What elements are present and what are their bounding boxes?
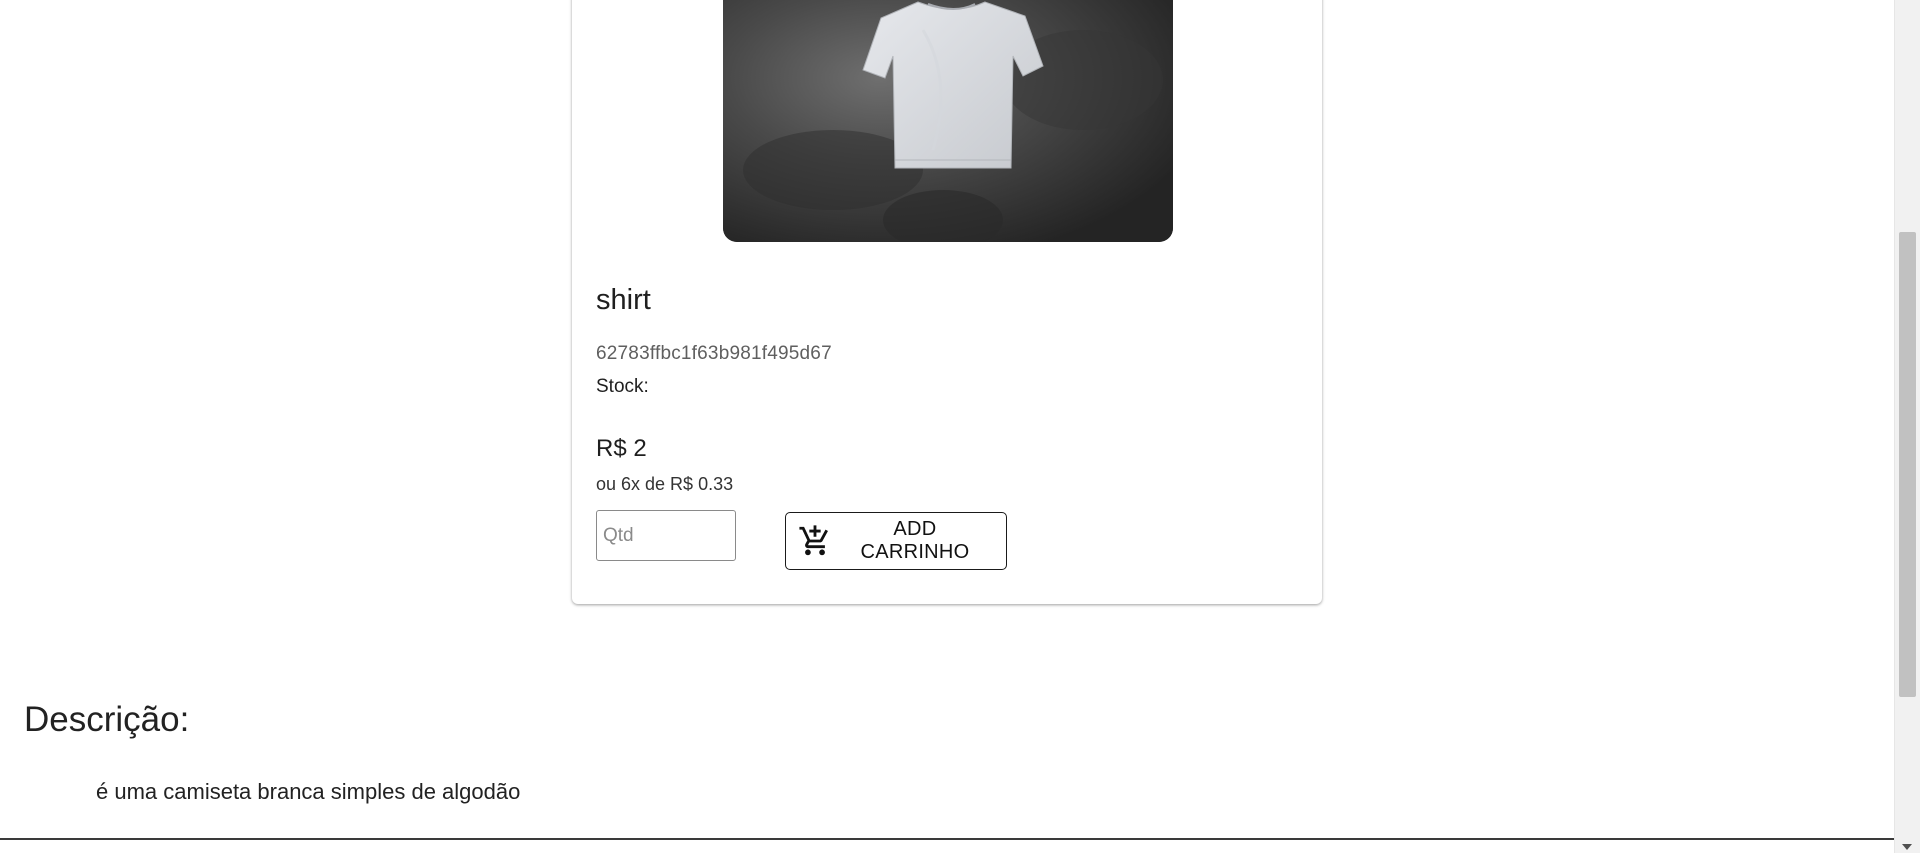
product-page: shirt 62783ffbc1f63b981f495d67 Stock: R$… xyxy=(0,0,1920,853)
add-to-cart-button[interactable]: ADD CARRINHO xyxy=(785,512,1007,570)
scrollbar-thumb[interactable] xyxy=(1899,232,1916,697)
stock-info: Stock: xyxy=(596,376,655,398)
product-card: shirt 62783ffbc1f63b981f495d67 Stock: R$… xyxy=(572,0,1322,604)
footer-divider xyxy=(0,838,1895,840)
scroll-down-arrow-icon[interactable] xyxy=(1902,844,1912,850)
product-image xyxy=(723,0,1173,242)
description-text: é uma camiseta branca simples de algodão xyxy=(96,779,521,804)
product-name: shirt xyxy=(596,284,651,316)
product-price: R$ 2 xyxy=(596,435,647,462)
add-to-cart-label: ADD CARRINHO xyxy=(860,518,970,563)
description-title: Descrição: xyxy=(24,700,190,739)
vertical-scrollbar[interactable] xyxy=(1894,0,1920,853)
stock-label: Stock: xyxy=(596,376,649,397)
product-id: 62783ffbc1f63b981f495d67 xyxy=(596,343,832,364)
add-shopping-cart-icon xyxy=(799,525,828,556)
installment-price: ou 6x de R$ 0.33 xyxy=(596,474,734,494)
quantity-input[interactable] xyxy=(596,510,736,561)
tshirt-illustration xyxy=(723,0,1173,242)
